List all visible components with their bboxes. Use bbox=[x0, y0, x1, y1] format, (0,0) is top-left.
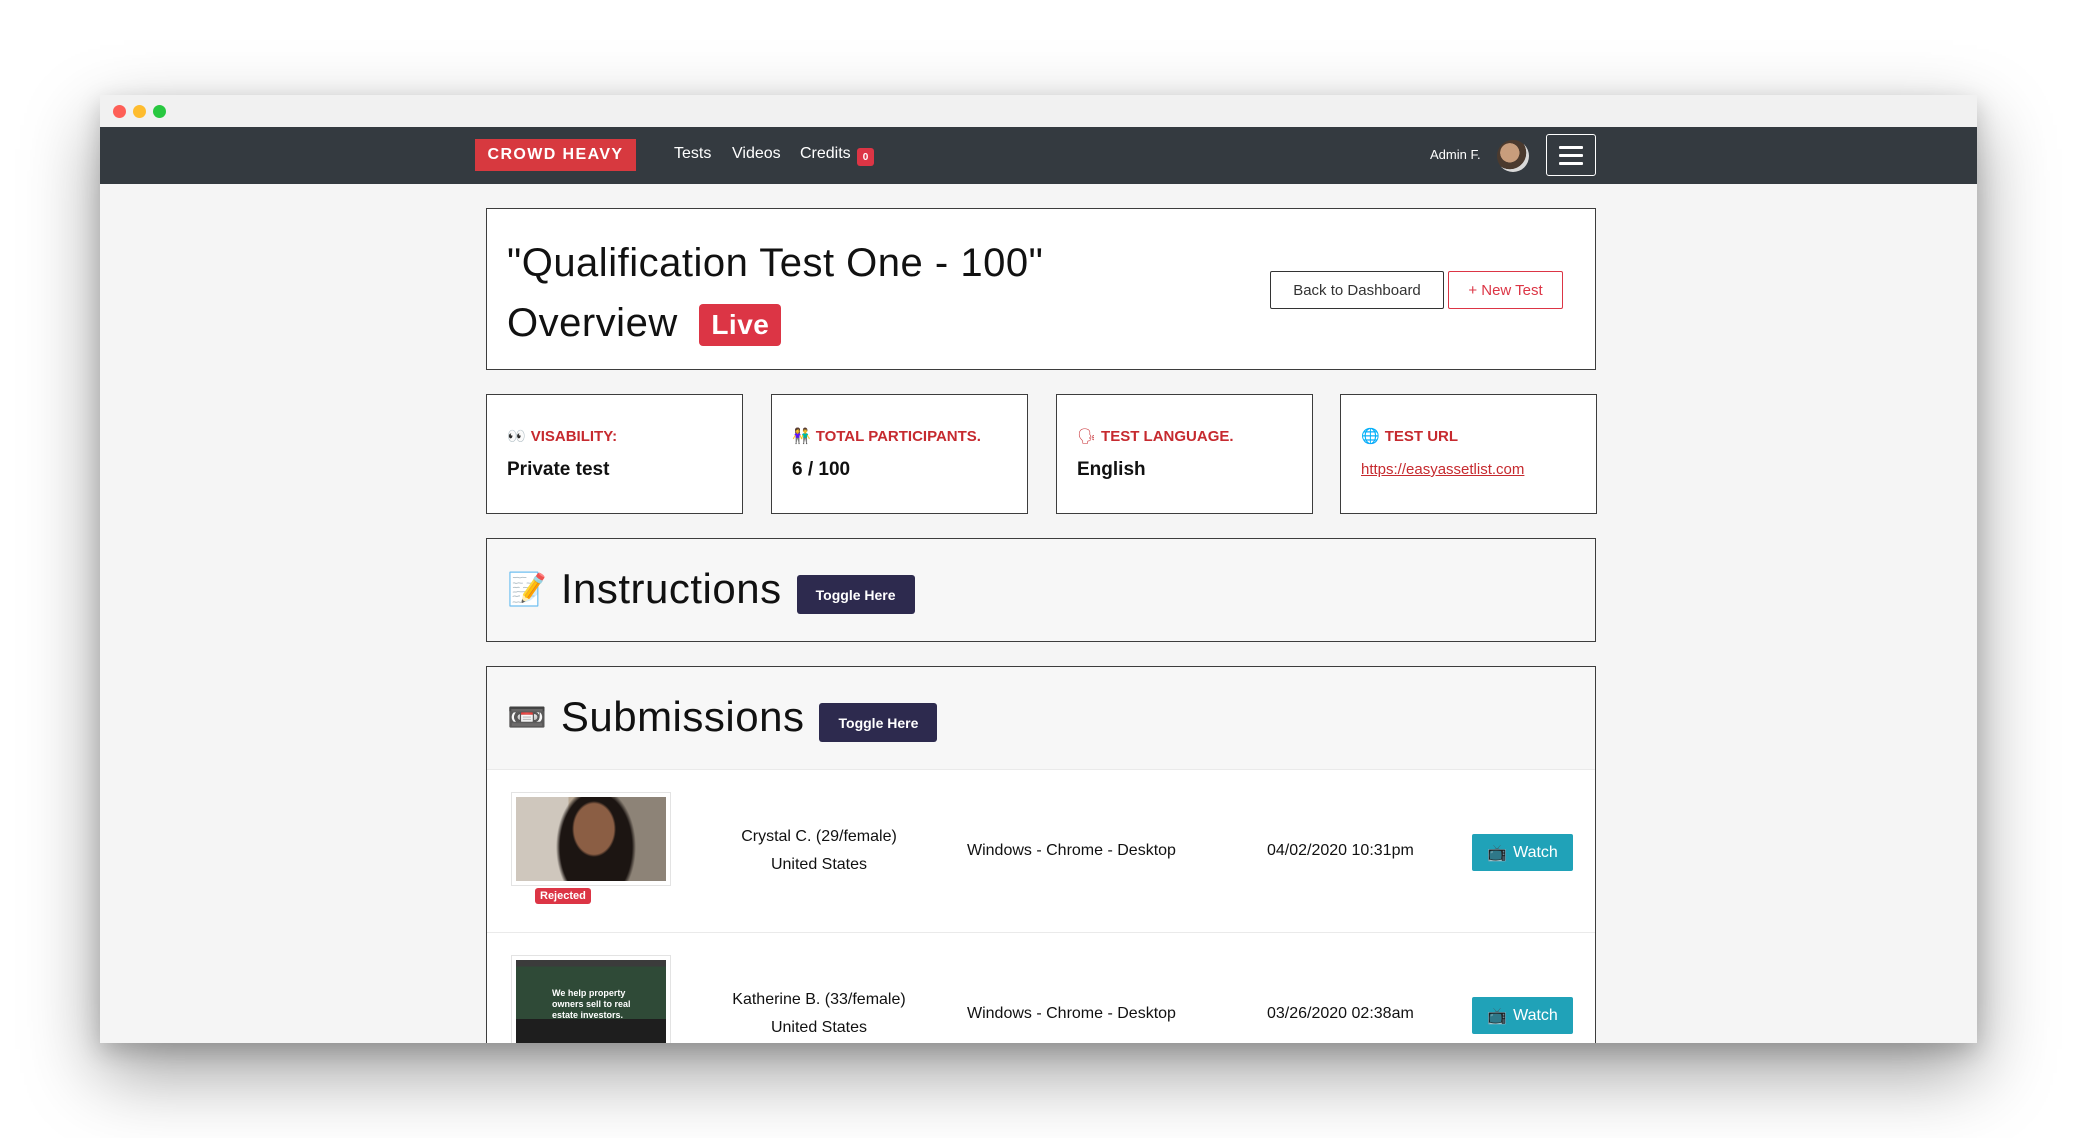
stat-card-participants: 👫 TOTAL PARTICIPANTS. 6 / 100 bbox=[771, 394, 1028, 514]
list-item: We help property owners sell to real est… bbox=[487, 932, 1595, 1043]
videocassette-icon: 📼 bbox=[507, 698, 547, 735]
participant-country: United States bbox=[770, 856, 868, 873]
people-icon: 👫 bbox=[792, 428, 811, 445]
stat-value: English bbox=[1077, 459, 1146, 480]
submissions-section: 📼 Submissions Toggle Here Rejected Cryst… bbox=[486, 666, 1596, 1043]
stat-label: TEST URL bbox=[1384, 427, 1459, 445]
globe-icon: 🌐 bbox=[1361, 428, 1380, 445]
instructions-toggle-button[interactable]: Toggle Here bbox=[796, 575, 915, 614]
nav-link-tests[interactable]: Tests bbox=[674, 145, 711, 163]
hamburger-icon bbox=[1559, 145, 1583, 149]
browser-window: CROWD HEAVY Tests Videos Credits 0 Admin… bbox=[100, 95, 1977, 1043]
test-header-card: "Qualification Test One - 100" Overview … bbox=[486, 208, 1596, 370]
stat-card-test-url: 🌐 TEST URL https://easyassetlist.com bbox=[1340, 394, 1597, 514]
minimize-window-button[interactable] bbox=[133, 105, 146, 118]
brand-logo[interactable]: CROWD HEAVY bbox=[475, 139, 636, 171]
speaking-head-icon: 🗣 bbox=[1077, 428, 1097, 445]
stat-card-visibility: 👀 VISABILITY: Private test bbox=[486, 394, 743, 514]
maximize-window-button[interactable] bbox=[153, 105, 166, 118]
avatar[interactable] bbox=[1497, 140, 1529, 172]
participant-device: Windows - Chrome - Desktop bbox=[967, 1005, 1176, 1022]
memo-icon: 📝 bbox=[507, 570, 547, 607]
participant-device: Windows - Chrome - Desktop bbox=[967, 842, 1176, 859]
live-status-badge: Live bbox=[699, 304, 782, 347]
instructions-title: Instructions bbox=[560, 564, 782, 612]
close-window-button[interactable] bbox=[113, 105, 126, 118]
eyes-icon: 👀 bbox=[507, 428, 526, 445]
participant-country: United States bbox=[770, 1019, 868, 1036]
page-title-line1: "Qualification Test One - 100" bbox=[507, 241, 1044, 285]
back-to-dashboard-button[interactable]: Back to Dashboard bbox=[1270, 271, 1444, 309]
top-navbar: CROWD HEAVY Tests Videos Credits 0 Admin… bbox=[100, 127, 1977, 184]
page-title-line2: Overview bbox=[507, 301, 678, 345]
instructions-section: 📝 Instructions Toggle Here bbox=[486, 538, 1596, 642]
television-icon: 📺 bbox=[1487, 1007, 1508, 1025]
submission-date: 04/02/2020 10:31pm bbox=[1267, 842, 1414, 859]
watch-button[interactable]: 📺 Watch bbox=[1472, 997, 1573, 1034]
watch-button[interactable]: 📺 Watch bbox=[1472, 834, 1573, 871]
television-icon: 📺 bbox=[1487, 844, 1508, 862]
page-title: "Qualification Test One - 100" Overview … bbox=[507, 233, 1127, 353]
test-url-link[interactable]: https://easyassetlist.com bbox=[1361, 461, 1524, 478]
participant-name: Crystal C. (29/female) bbox=[741, 828, 897, 845]
watch-label: Watch bbox=[1513, 843, 1558, 861]
submissions-list: Rejected Crystal C. (29/female) United S… bbox=[487, 769, 1595, 1043]
stat-value: 6 / 100 bbox=[792, 459, 851, 480]
stat-label: VISABILITY: bbox=[530, 427, 618, 445]
nav-link-videos[interactable]: Videos bbox=[732, 145, 781, 163]
nav-link-credits[interactable]: Credits bbox=[800, 145, 851, 163]
stat-label: TOTAL PARTICIPANTS. bbox=[815, 427, 981, 445]
window-titlebar bbox=[100, 95, 1977, 127]
watch-label: Watch bbox=[1513, 1006, 1558, 1024]
status-badge: Rejected bbox=[535, 888, 591, 904]
stat-card-language: 🗣 TEST LANGUAGE. English bbox=[1056, 394, 1313, 514]
admin-name[interactable]: Admin F. bbox=[1430, 147, 1481, 162]
video-thumbnail[interactable]: We help property owners sell to real est… bbox=[511, 955, 671, 1043]
submissions-toggle-button[interactable]: Toggle Here bbox=[819, 703, 938, 742]
credits-badge: 0 bbox=[857, 148, 874, 166]
new-test-button[interactable]: + New Test bbox=[1448, 271, 1563, 309]
thumbnail-caption: We help property owners sell to real est… bbox=[552, 988, 631, 1020]
stat-value: Private test bbox=[507, 459, 610, 480]
submissions-title: Submissions bbox=[560, 692, 805, 740]
participant-name: Katherine B. (33/female) bbox=[732, 991, 906, 1008]
list-item: Rejected Crystal C. (29/female) United S… bbox=[487, 769, 1595, 932]
menu-toggle-button[interactable] bbox=[1546, 134, 1596, 176]
stat-label: TEST LANGUAGE. bbox=[1101, 427, 1234, 445]
video-thumbnail[interactable] bbox=[511, 792, 671, 886]
submission-date: 03/26/2020 02:38am bbox=[1267, 1005, 1414, 1022]
